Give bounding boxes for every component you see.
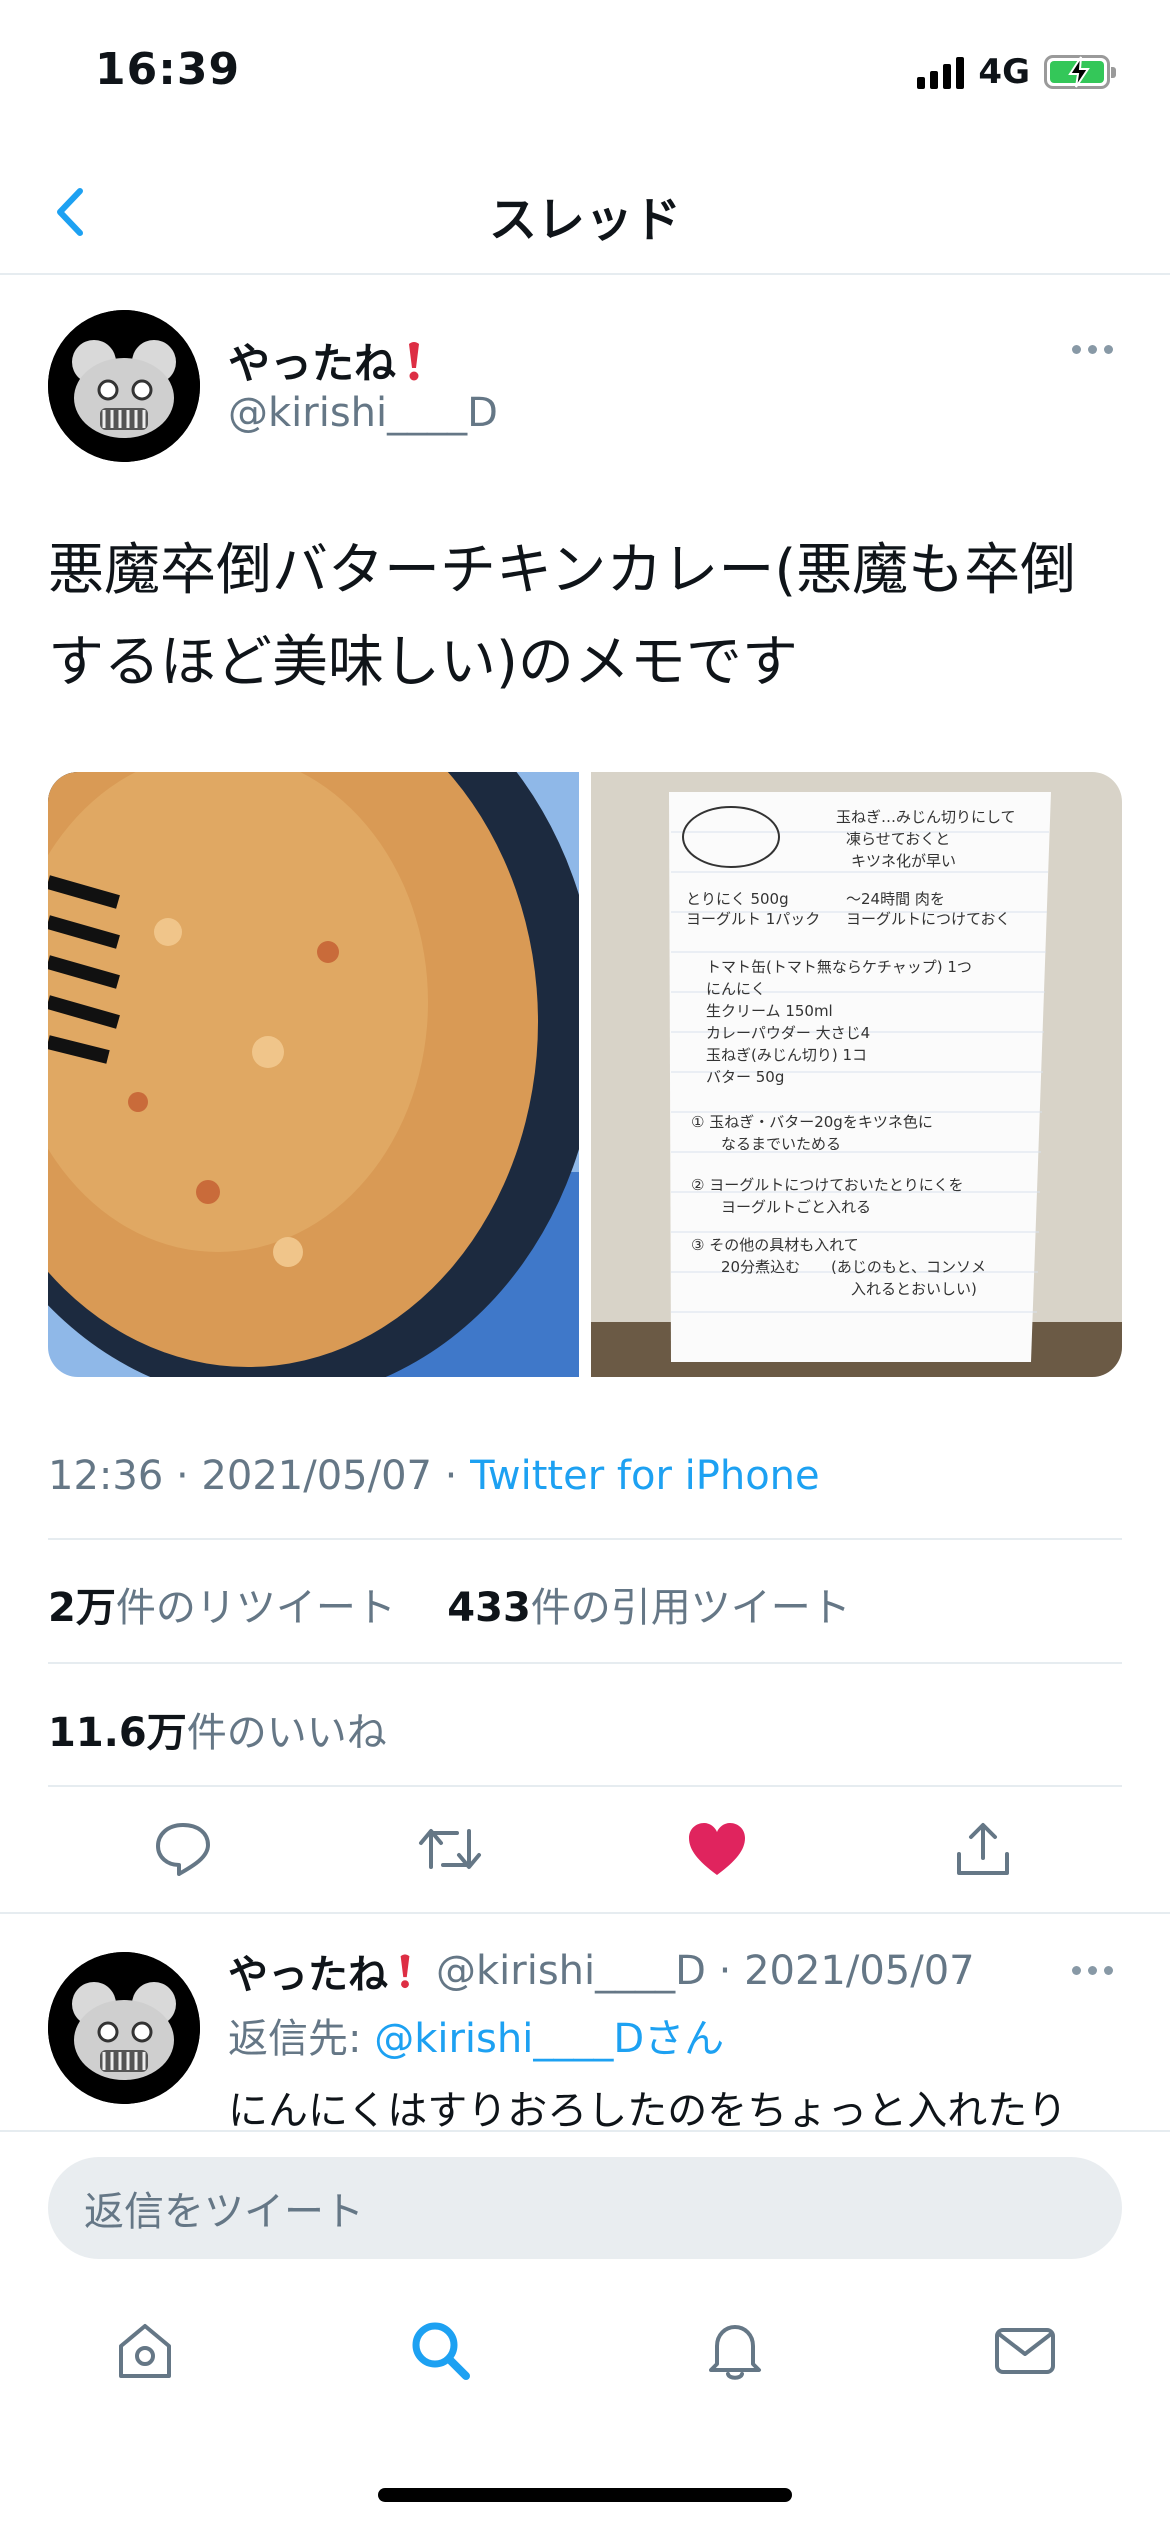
charging-bolt-icon: [1068, 56, 1090, 88]
author-name-text: やったね: [228, 339, 397, 388]
avatar-image: [48, 1952, 200, 2104]
dot-icon: [1072, 345, 1081, 354]
svg-text:にんにく: にんにく: [706, 980, 766, 998]
svg-text:ヨーグルト 1パック: ヨーグルト 1パック: [686, 910, 820, 928]
reply-meta: @kirishi____D · 2021/05/07: [436, 1948, 975, 1994]
svg-text:凍らせておくと: 凍らせておくと: [846, 830, 950, 848]
mail-icon: [995, 2328, 1055, 2374]
svg-text:20分煮込む: 20分煮込む: [721, 1258, 800, 1276]
reply-to-link[interactable]: @kirishi____Dさん: [374, 2016, 724, 2062]
like-label: 件のいいね: [186, 1710, 387, 1756]
tweet-date: 12:36 · 2021/05/07 ·: [48, 1453, 471, 1499]
retweet-icon: [419, 1829, 481, 1869]
divider: [0, 1912, 1170, 1914]
svg-text:① 玉ねぎ・バター20gをキツネ色に: ① 玉ねぎ・バター20gをキツネ色に: [691, 1113, 933, 1131]
author-handle[interactable]: @kirishi____D: [228, 390, 498, 436]
comment-icon: [156, 1823, 210, 1876]
reply-button[interactable]: [148, 1814, 218, 1884]
exclamation-icon: [400, 1954, 410, 1989]
svg-text:② ヨーグルトにつけておいたとりにくを: ② ヨーグルトにつけておいたとりにくを: [691, 1176, 963, 1194]
tab-notifications[interactable]: [695, 2310, 775, 2390]
curry-pan-image: [48, 772, 579, 1377]
divider: [48, 1538, 1122, 1540]
svg-text:玉ねぎ(みじん切り) 1コ: 玉ねぎ(みじん切り) 1コ: [706, 1046, 867, 1064]
retweet-button[interactable]: [415, 1814, 485, 1884]
share-button[interactable]: [948, 1814, 1018, 1884]
home-indicator[interactable]: [378, 2488, 792, 2502]
tweet-text: 悪魔卒倒バターチキンカレー(悪魔も卒倒するほど美味しい)のメモです: [48, 538, 1077, 695]
svg-text:ヨーグルトにつけておく: ヨーグルトにつけておく: [846, 910, 1011, 928]
dot-icon: [1072, 1966, 1081, 1975]
dot-icon: [1088, 345, 1097, 354]
tab-messages[interactable]: [985, 2310, 1065, 2390]
page-title: スレッド: [488, 192, 681, 248]
tab-home[interactable]: [105, 2310, 185, 2390]
retweet-count: 2万: [48, 1585, 116, 1631]
avatar-image: [48, 310, 200, 462]
reply-text: にんにくはすりおろしたのをちょっと入れたり: [228, 2088, 1068, 2134]
svg-text:とりにく 500g: とりにく 500g: [686, 890, 789, 908]
tweet-timestamp: 12:36 · 2021/05/07 · Twitter for iPhone: [48, 1453, 820, 1499]
retweet-label: 件のリツイート: [115, 1585, 396, 1631]
like-button[interactable]: [682, 1814, 752, 1884]
tweet-action-bar: [0, 1790, 1170, 1910]
status-bar: 16:39 4G: [0, 0, 1170, 150]
svg-text:入れるとおいしい): 入れるとおいしい): [851, 1280, 977, 1298]
avatar[interactable]: [48, 310, 200, 462]
svg-text:玉ねぎ…みじん切りにして: 玉ねぎ…みじん切りにして: [836, 808, 1016, 826]
svg-text:トマト缶(トマト無ならケチャップ) 1つ: トマト缶(トマト無ならケチャップ) 1つ: [706, 958, 972, 976]
reply-to-label: 返信先:: [228, 2016, 375, 2062]
battery-icon: [1044, 55, 1116, 89]
dot-icon: [1104, 1966, 1113, 1975]
replying-to: 返信先: @kirishi____Dさん: [228, 2006, 724, 2064]
divider: [48, 1662, 1122, 1664]
svg-text:③ その他の具材も入れて: ③ その他の具材も入れて: [691, 1236, 859, 1254]
svg-text:なるまでいためる: なるまでいためる: [721, 1135, 841, 1153]
tab-bar: [0, 2300, 1170, 2420]
svg-text:生クリーム 150ml: 生クリーム 150ml: [706, 1002, 833, 1020]
divider: [48, 1785, 1122, 1787]
dot-icon: [1088, 1966, 1097, 1975]
navigation-bar: スレッド: [0, 150, 1170, 275]
cellular-signal-icon: [917, 55, 965, 89]
more-options-button[interactable]: [1072, 345, 1113, 354]
recipe-memo-image: 玉ねぎ…みじん切りにして 凍らせておくと キツネ化が早い とりにく 500g ヨ…: [591, 772, 1122, 1377]
search-icon: [412, 2322, 470, 2380]
curry-photo[interactable]: [48, 772, 579, 1377]
quote-label: 件の引用ツイート: [530, 1585, 851, 1631]
network-type: 4G: [978, 52, 1030, 92]
retweet-stats[interactable]: 2万件のリツイート 433件の引用ツイート: [48, 1575, 851, 1633]
recipe-memo-photo[interactable]: 玉ねぎ…みじん切りにして 凍らせておくと キツネ化が早い とりにく 500g ヨ…: [591, 772, 1122, 1377]
reply-header: やったね @kirishi____D · 2021/05/07: [228, 1942, 975, 2000]
like-stats[interactable]: 11.6万件のいいね: [48, 1700, 387, 1758]
svg-text:バター 50g: バター 50g: [706, 1068, 784, 1086]
reply-author-name[interactable]: やったね: [228, 1942, 388, 2000]
svg-text:キツネ化が早い: キツネ化が早い: [851, 852, 956, 870]
exclamation-icon: [409, 341, 420, 380]
tab-search[interactable]: [400, 2310, 480, 2390]
svg-text:〜24時間 肉を: 〜24時間 肉を: [846, 890, 945, 908]
heart-icon: [689, 1823, 745, 1875]
status-time: 16:39: [95, 44, 241, 95]
quote-count: 433: [447, 1585, 531, 1631]
tweet-source-link[interactable]: Twitter for iPhone: [470, 1453, 820, 1499]
like-count: 11.6万: [48, 1710, 187, 1756]
reply-more-options-button[interactable]: [1072, 1966, 1113, 1975]
status-indicators: 4G: [917, 52, 1116, 92]
home-icon: [119, 2324, 171, 2378]
reply-avatar[interactable]: [48, 1952, 200, 2104]
share-icon: [957, 1823, 1009, 1875]
author-name[interactable]: やったね: [228, 330, 422, 391]
dot-icon: [1104, 345, 1113, 354]
bell-icon: [709, 2325, 761, 2380]
svg-text:カレーパウダー 大さじ4: カレーパウダー 大さじ4: [706, 1024, 870, 1042]
svg-text:ヨーグルトごと入れる: ヨーグルトごと入れる: [721, 1198, 871, 1216]
svg-text:(あじのもと、コンソメ: (あじのもと、コンソメ: [831, 1258, 986, 1276]
reply-compose-input[interactable]: 返信をツイート: [48, 2157, 1122, 2259]
tweet-media: 玉ねぎ…みじん切りにして 凍らせておくと キツネ化が早い とりにく 500g ヨ…: [48, 772, 1122, 1377]
